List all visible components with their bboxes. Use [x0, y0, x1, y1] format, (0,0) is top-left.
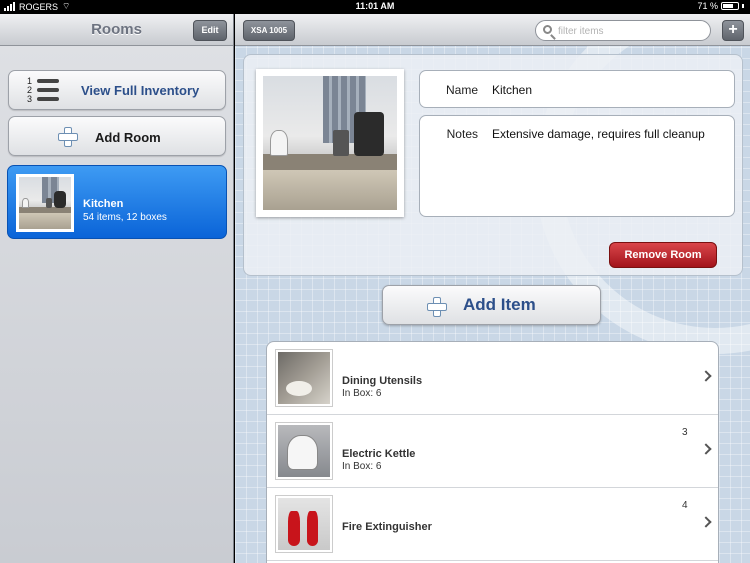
- battery-percent: 71 %: [697, 1, 718, 11]
- plus-icon: [427, 297, 447, 317]
- add-item-button[interactable]: Add Item: [382, 285, 601, 325]
- list-number: 3: [27, 94, 33, 104]
- detail-navbar: XSA 1005 +: [235, 14, 750, 46]
- kettle-photo: [278, 425, 330, 477]
- item-box: In Box: 6: [342, 461, 382, 472]
- photo-kettle: [269, 129, 289, 157]
- list-line: [37, 97, 59, 101]
- room-detail-pane: XSA 1005 + Name Kitchen Notes Extensive …: [235, 14, 750, 563]
- name-label: Name: [445, 83, 478, 97]
- list-item[interactable]: Electric Kettle In Box: 6 3: [267, 415, 718, 488]
- chevron-right-icon: [700, 370, 712, 382]
- photo-pot: [46, 197, 53, 209]
- item-box: In Box: 6: [342, 388, 382, 399]
- battery-indicator: 71 %: [697, 1, 744, 11]
- view-full-inventory-label: View Full Inventory: [81, 83, 200, 98]
- item-number: 4: [682, 500, 688, 511]
- photo-counter: [263, 153, 397, 170]
- chevron-right-icon: [700, 443, 712, 455]
- item-thumbnail: [275, 495, 333, 553]
- photo-pot: [332, 129, 349, 157]
- notes-value[interactable]: Extensive damage, requires full cleanup: [492, 127, 705, 141]
- list-line: [37, 79, 59, 83]
- item-thumbnail: [275, 349, 333, 407]
- list-item[interactable]: Fire Extinguisher 4: [267, 488, 718, 561]
- room-summary: 54 items, 12 boxes: [83, 212, 167, 223]
- item-name: Dining Utensils: [342, 375, 423, 387]
- filter-search-bar[interactable]: [535, 20, 711, 41]
- item-number: 3: [682, 427, 688, 438]
- room-list-item-kitchen[interactable]: Kitchen 54 items, 12 boxes: [7, 165, 227, 239]
- name-field[interactable]: Name Kitchen: [419, 70, 735, 108]
- room-thumbnail: [16, 174, 74, 232]
- battery-icon: [721, 2, 739, 10]
- photo-kettle: [21, 197, 29, 209]
- room-photo[interactable]: [256, 69, 404, 217]
- numbered-list-icon: 1 2 3: [27, 76, 63, 104]
- room-info-panel: Name Kitchen Notes Extensive damage, req…: [243, 54, 743, 276]
- plus-icon: [58, 127, 78, 147]
- room-name: Kitchen: [83, 198, 124, 210]
- item-thumbnail: [275, 422, 333, 480]
- status-bar: ROGERS ⌔ 11:01 AM 71 %: [0, 0, 750, 14]
- add-room-button[interactable]: Add Room: [8, 116, 226, 156]
- list-item[interactable]: Dining Utensils In Box: 6: [267, 342, 718, 415]
- photo-cabinet: [263, 169, 397, 210]
- clock: 11:01 AM: [355, 1, 395, 11]
- add-item-label: Add Item: [463, 295, 536, 314]
- rooms-navbar: Rooms Edit: [0, 14, 233, 46]
- chevron-right-icon: [700, 516, 712, 528]
- rooms-sidebar: Rooms Edit 1 2 3 View Full Inventory Add…: [0, 14, 234, 563]
- photo-coffee-machine: [54, 191, 66, 209]
- edit-button[interactable]: Edit: [193, 20, 227, 41]
- battery-tip: [742, 4, 744, 8]
- remove-room-button[interactable]: Remove Room: [609, 242, 717, 268]
- item-name: Electric Kettle: [342, 448, 416, 460]
- kitchen-photo: [263, 76, 397, 210]
- items-list: Dining Utensils In Box: 6 Electric Kettl…: [266, 341, 719, 563]
- view-full-inventory-button[interactable]: 1 2 3 View Full Inventory: [8, 70, 226, 110]
- kitchen-photo: [19, 177, 71, 229]
- extinguisher-photo: [278, 498, 330, 550]
- name-value[interactable]: Kitchen: [492, 83, 532, 97]
- photo-coffee-machine: [354, 112, 384, 157]
- back-button[interactable]: XSA 1005: [243, 20, 295, 41]
- search-icon: [543, 25, 552, 34]
- list-line: [37, 88, 59, 92]
- filter-items-input[interactable]: [558, 24, 703, 38]
- add-button[interactable]: +: [722, 20, 744, 41]
- item-name: Fire Extinguisher: [342, 521, 432, 533]
- notes-label: Notes: [446, 127, 478, 141]
- utensils-photo: [278, 352, 330, 404]
- add-room-label: Add Room: [95, 130, 161, 145]
- photo-cabinet: [19, 213, 71, 229]
- notes-field[interactable]: Notes Extensive damage, requires full cl…: [419, 115, 735, 217]
